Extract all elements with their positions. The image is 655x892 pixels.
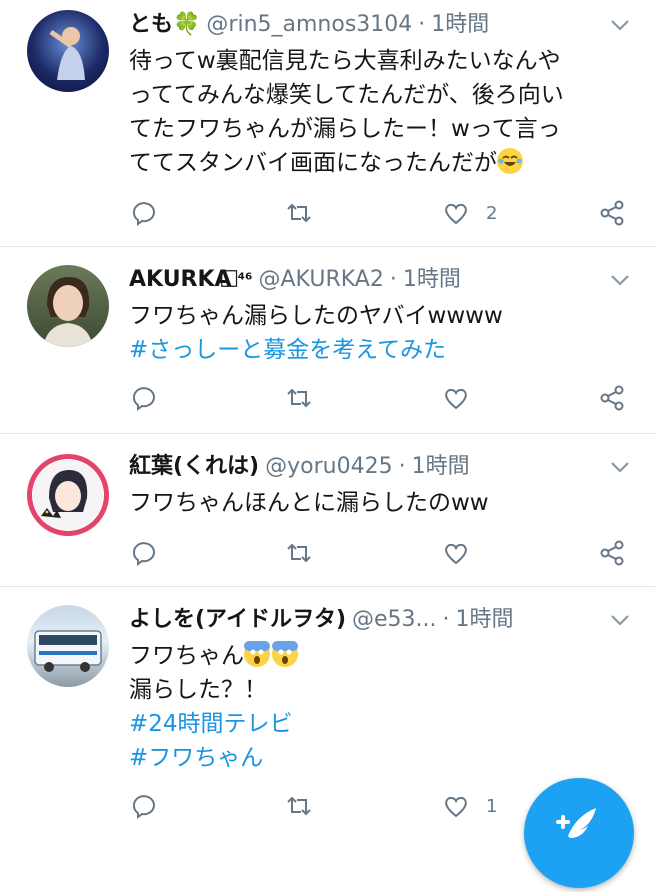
tweet-text: 待ってw裏配信見たら大喜利みたいなんや っててみんな爆笑してたんだが、後ろ向い … (129, 44, 633, 180)
separator-dot: · (442, 607, 450, 632)
like-button[interactable]: 1 (442, 789, 497, 823)
chevron-down-icon[interactable] (607, 12, 633, 38)
reply-icon[interactable] (130, 196, 158, 230)
user-handle[interactable]: @e53... (352, 603, 437, 637)
tweet-line: フワちゃんほんとに漏らしたのww (129, 490, 489, 516)
separator-dot: · (398, 454, 406, 479)
heart-icon (445, 388, 467, 410)
hashtag-link[interactable]: #フワちゃん (129, 741, 633, 775)
like-button[interactable] (442, 536, 486, 570)
tweet-line-text: ててスタンバイ画面になったんだが (129, 150, 497, 176)
tweet-item[interactable]: 紅葉(くれは) @yoru0425 · 1時間 フワちゃんほんとに漏らしたのww (0, 434, 655, 587)
tweet-header: よしを(アイドルヲタ) @e53... · 1時間 (129, 603, 633, 637)
avatar[interactable] (27, 454, 109, 536)
like-count: 1 (486, 795, 498, 817)
reply-icon[interactable] (130, 789, 158, 823)
user-name[interactable]: AKURKA (129, 263, 232, 297)
chevron-down-icon[interactable] (607, 607, 633, 633)
heart-icon (445, 543, 467, 565)
tweet-time[interactable]: 1時間 (412, 450, 470, 484)
tweet-header: AKURKA ⃞⁴⁶ @AKURKA2 · 1時間 (129, 263, 633, 297)
like-button[interactable]: 2 (442, 196, 497, 230)
avatar[interactable] (27, 265, 109, 347)
share-icon[interactable] (598, 536, 626, 570)
tweet-line: 漏らした？！ (129, 677, 267, 703)
reply-icon[interactable] (130, 381, 158, 415)
like-count: 2 (486, 202, 498, 224)
share-icon[interactable] (598, 381, 626, 415)
tweet-text: フワちゃん漏らしたのヤバイwwww #さっしーと募金を考えてみた (129, 299, 633, 367)
tweet-line: フワちゃん漏らしたのヤバイwwww (129, 303, 503, 329)
tweet-actions: 2 (130, 196, 630, 230)
retweet-icon[interactable] (285, 381, 313, 415)
avatar[interactable] (27, 10, 109, 92)
compose-tweet-icon (556, 808, 596, 838)
tweet-actions (130, 536, 630, 570)
user-handle[interactable]: @AKURKA2 (258, 263, 383, 297)
tweet-actions (130, 381, 630, 415)
tweet-time[interactable]: 1時間 (431, 8, 489, 42)
tweet-item[interactable]: とも🍀 @rin5_amnos3104 · 1時間 待ってw裏配信見たら大喜利み… (0, 0, 655, 247)
tweet-line-with-emoji: ててスタンバイ画面になったんだが (129, 146, 633, 180)
tweet-text: フワちゃんほんとに漏らしたのww (129, 486, 633, 520)
heart-icon (445, 203, 467, 225)
retweet-icon[interactable] (285, 536, 313, 570)
tweet-line: っててみんな爆笑してたんだが、後ろ向い (129, 82, 564, 108)
user-name[interactable]: 紅葉(くれは) (129, 450, 259, 484)
tweet-time[interactable]: 1時間 (403, 263, 461, 297)
like-button[interactable] (442, 381, 486, 415)
reply-icon[interactable] (130, 536, 158, 570)
separator-dot: · (418, 12, 426, 37)
compose-tweet-button[interactable] (524, 778, 634, 888)
tweet-line-text: フワちゃん (129, 643, 244, 669)
retweet-icon[interactable] (285, 789, 313, 823)
separator-dot: · (389, 267, 397, 292)
user-name-suffix: ⃞⁴⁶ (237, 270, 253, 290)
retweet-icon[interactable] (285, 196, 313, 230)
user-handle[interactable]: @yoru0425 (265, 450, 392, 484)
tweet-header: とも🍀 @rin5_amnos3104 · 1時間 (129, 8, 633, 42)
screaming-face-emoji-icon (244, 641, 270, 667)
user-name[interactable]: よしを(アイドルヲタ) (129, 603, 346, 637)
share-icon[interactable] (598, 196, 626, 230)
user-handle[interactable]: @rin5_amnos3104 (206, 8, 412, 42)
chevron-down-icon[interactable] (607, 267, 633, 293)
tweet-line: 待ってw裏配信見たら大喜利みたいなんや (129, 48, 561, 74)
user-name[interactable]: とも🍀 (129, 8, 200, 42)
tweet-line-with-emoji: フワちゃん (129, 639, 633, 673)
screaming-face-emoji-icon (272, 641, 298, 667)
avatar[interactable] (27, 605, 109, 687)
tweet-text: フワちゃん 漏らした？！ #24時間テレビ #フワちゃん (129, 639, 633, 775)
tweet-item[interactable]: AKURKA ⃞⁴⁶ @AKURKA2 · 1時間 フワちゃん漏らしたのヤバイw… (0, 247, 655, 434)
tweet-header: 紅葉(くれは) @yoru0425 · 1時間 (129, 450, 633, 484)
tweet-time[interactable]: 1時間 (456, 603, 514, 637)
hashtag-link[interactable]: #24時間テレビ (129, 707, 633, 741)
chevron-down-icon[interactable] (607, 454, 633, 480)
heart-icon (445, 796, 467, 818)
hashtag-link[interactable]: #さっしーと募金を考えてみた (129, 333, 633, 367)
laughing-crying-emoji-icon (497, 148, 523, 174)
tweet-line: てたフワちゃんが漏らしたー！wって言っ (129, 116, 561, 142)
